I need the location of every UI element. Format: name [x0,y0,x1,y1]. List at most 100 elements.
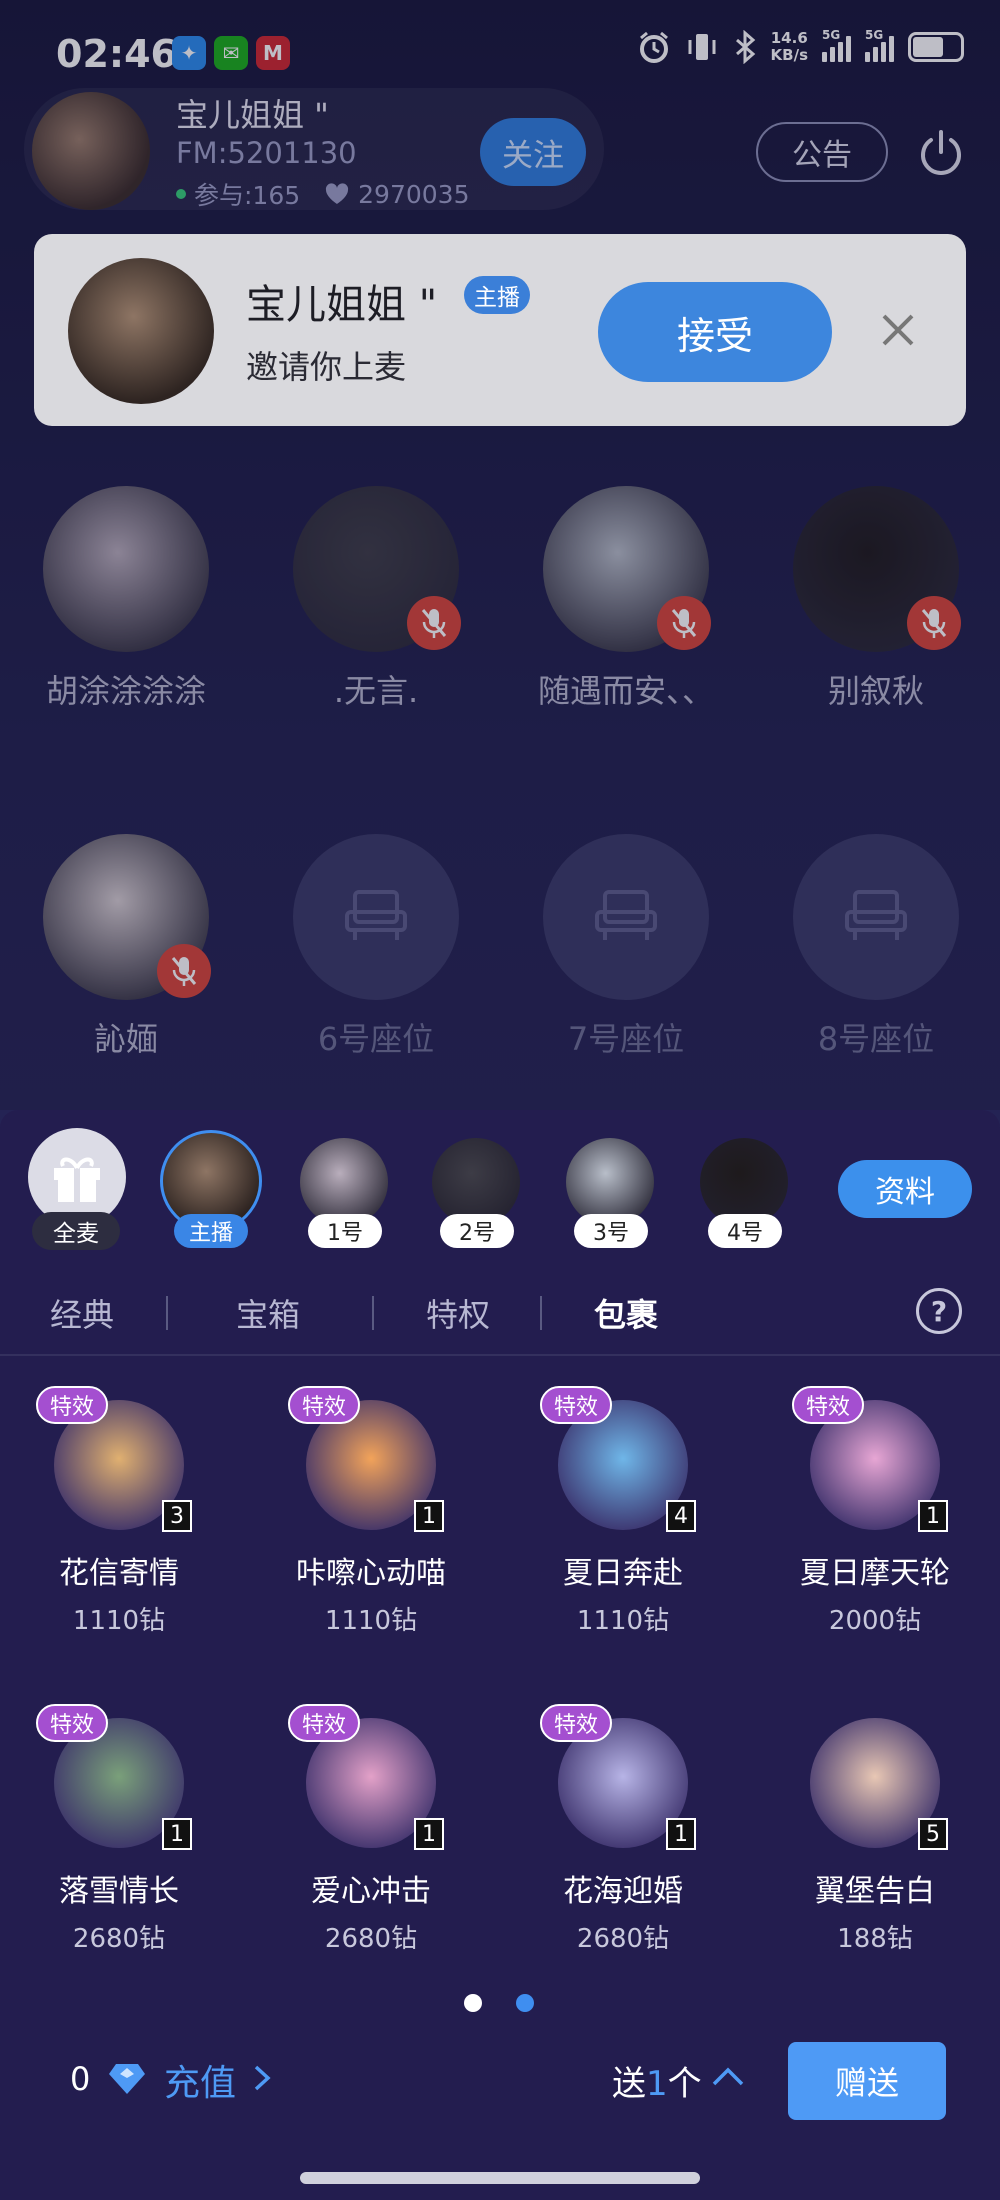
close-icon[interactable] [876,308,920,352]
signal-1-label: 5G [822,28,841,42]
gift-item[interactable]: 特效 4 夏日奔赴 1110钻 [498,1386,748,1637]
diamond-icon [109,2064,145,2094]
seat-name: 8号座位 [817,1020,935,1058]
gift-name: 夏日摩天轮 [800,1556,950,1591]
gift-item[interactable]: 特效 1 爱心冲击 2680钻 [246,1704,496,1955]
empty-seat-avatar[interactable] [543,834,709,1000]
recipient-avatar-4[interactable] [700,1138,788,1226]
gift-name: 咔嚓心动喵 [296,1556,446,1591]
gift-item[interactable]: 特效 1 花海迎婚 2680钻 [498,1704,748,1955]
tab-4[interactable]: 包裹 [594,1290,658,1336]
gift-image: 特效 1 [36,1704,192,1850]
gift-item[interactable]: 特效 1 落雪情长 2680钻 [0,1704,244,1955]
seat-avatar[interactable] [543,486,711,652]
page-indicator [464,1994,534,2012]
effect-badge: 特效 [792,1386,864,1424]
seat-name: 别叙秋 [827,672,924,710]
mic-seat-4[interactable]: 别叙秋 [776,486,976,712]
gift-image: 特效 1 [288,1704,444,1850]
mic-muted-icon [407,596,461,650]
empty-seat-avatar[interactable] [293,834,459,1000]
recipient-avatar-1[interactable] [300,1138,388,1226]
tab-2[interactable]: 宝箱 [236,1290,300,1336]
mic-seat-5[interactable]: 訫媔 [26,834,226,1060]
room-fm-id: FM:5201130 [176,136,357,170]
gift-count-badge: 1 [414,1500,444,1532]
chevron-right-icon[interactable] [252,2064,274,2092]
seat-avatar[interactable] [43,486,209,652]
home-indicator[interactable] [300,2172,700,2184]
gift-image: 特效 1 [288,1386,444,1532]
notice-button[interactable]: 公告 [756,122,888,182]
bluetooth-icon [735,30,755,64]
status-right: 14.6 KB/s 5G 5G [637,28,964,64]
seat-icon [845,890,907,940]
mic-muted-icon [907,596,961,650]
mic-seat-1[interactable]: 胡涂涂涂涂 [26,486,226,712]
seat-avatar[interactable] [793,486,961,652]
gift-count-badge: 4 [666,1500,696,1532]
room-stats: 参与:165 2970035 [176,176,469,212]
chevron-up-icon[interactable] [710,2062,746,2090]
alarm-icon [639,31,668,63]
gift-item[interactable]: 特效 1 咔嚓心动喵 1110钻 [246,1386,496,1637]
all-mic-label: 全麦 [32,1212,120,1250]
host-avatar[interactable] [32,92,150,210]
mic-muted-icon [157,944,211,998]
follow-button[interactable]: 关注 [480,118,586,186]
mic-seat-2[interactable]: .无言. [276,486,476,712]
cmb-icon: M [256,36,290,70]
send-quantity: 1 [646,2064,668,2104]
tab-3[interactable]: 特权 [426,1290,490,1336]
wechat-icon: ✉ [214,36,248,70]
gift-price: 2000钻 [828,1606,922,1636]
likes-count: 2970035 [358,179,470,209]
mic-muted-icon [657,596,711,650]
seat-name: .无言. [333,672,419,710]
net-speed: 14.6 KB/s [771,30,808,64]
gift-count-badge: 1 [414,1818,444,1850]
mic-seat-8[interactable]: 8号座位 [776,834,976,1060]
seat-avatar[interactable] [293,486,461,652]
recipient-avatar-3[interactable] [566,1138,654,1226]
mic-seat-7[interactable]: 7号座位 [526,834,726,1060]
gift-item[interactable]: 5 翼堡告白 188钻 [750,1718,1000,1955]
mic-seat-3[interactable]: 随遇而安、、 [526,486,726,712]
gift-panel [0,1110,1000,2200]
empty-seat-avatar[interactable] [793,834,959,1000]
recipient-label-2: 2号 [440,1214,514,1248]
effect-badge: 特效 [540,1704,612,1742]
effect-badge: 特效 [36,1704,108,1742]
seat-name: 胡涂涂涂涂 [45,672,206,710]
send-quantity-selector[interactable]: 送1个 [612,2056,702,2105]
gift-item[interactable]: 特效 3 花信寄情 1110钻 [0,1386,244,1637]
host-tag-badge: 主播 [464,276,530,314]
profile-button[interactable]: 资料 [838,1160,972,1218]
gift-count-badge: 5 [918,1818,948,1850]
gift-item[interactable]: 特效 1 夏日摩天轮 2000钻 [750,1386,1000,1637]
send-gift-button[interactable]: 赠送 [788,2042,946,2120]
recipient-label-1: 1号 [308,1214,382,1248]
help-icon[interactable]: ? [916,1288,962,1334]
recharge-button[interactable]: 充值 [164,2054,236,2106]
mic-seat-6[interactable]: 6号座位 [276,834,476,1060]
effect-badge: 特效 [36,1386,108,1424]
seat-avatar[interactable] [43,834,211,1000]
power-icon[interactable] [916,128,966,178]
tab-separator [166,1296,168,1330]
gift-name: 落雪情长 [59,1874,179,1909]
heart-icon [326,183,349,204]
gift-count-badge: 1 [918,1500,948,1532]
page-dot-2[interactable] [516,1994,534,2012]
gift-name: 花海迎婚 [563,1874,683,1909]
gift-price: 2680钻 [72,1924,166,1954]
recipient-avatar-2[interactable] [432,1138,520,1226]
tab-separator [372,1296,374,1330]
tab-1[interactable]: 经典 [50,1290,114,1336]
battery-fill [913,37,943,57]
seat-name: 6号座位 [317,1020,435,1058]
tabs-divider [0,1354,1000,1356]
accept-button[interactable]: 接受 [598,282,832,382]
seat-name: 訫媔 [93,1020,158,1058]
page-dot-1[interactable] [464,1994,482,2012]
